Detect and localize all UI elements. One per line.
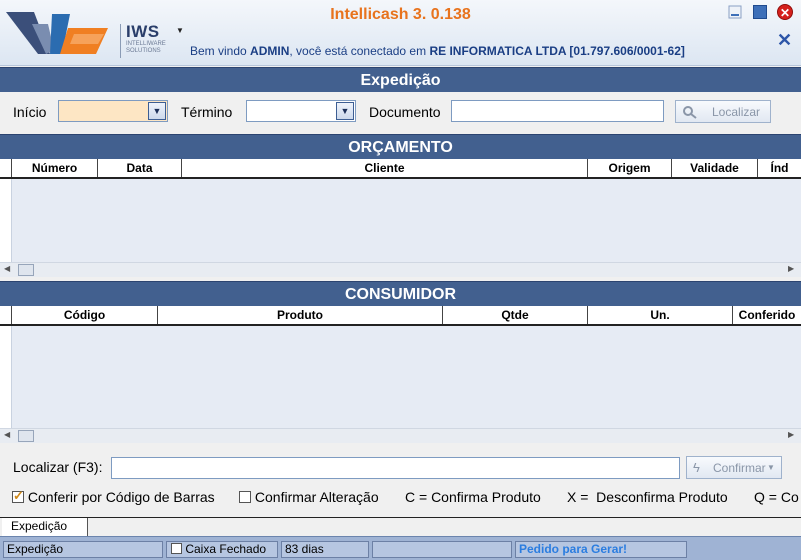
row-indicator-column (0, 306, 12, 324)
consumidor-title: CONSUMIDOR (0, 281, 801, 306)
app-title: Intellicash 3. 0.138 (330, 6, 471, 23)
consumidor-grid-header: Código Produto Qtde Un. Conferido (0, 306, 801, 326)
col-qtde[interactable]: Qtde (443, 306, 588, 324)
orcamento-horizontal-scrollbar[interactable]: ◀ ▶ (0, 262, 801, 277)
status-days: 83 dias (281, 541, 369, 558)
localizar-f3-label: Localizar (F3): (13, 459, 103, 475)
minimize-icon[interactable] (728, 5, 742, 19)
scroll-right-icon[interactable]: ▶ (788, 264, 794, 273)
col-data[interactable]: Data (98, 159, 182, 177)
logo-text: IWS (126, 22, 160, 41)
termino-label: Término (181, 104, 233, 120)
caixa-checkbox (171, 543, 182, 554)
close-window-icon[interactable]: ✕ (777, 4, 793, 20)
col-numero[interactable]: Número (12, 159, 98, 177)
col-conferido[interactable]: Conferido (733, 306, 801, 324)
logo-menu-caret-icon[interactable]: ▼ (176, 26, 184, 35)
confirmar-caret-icon: ▼ (767, 463, 775, 472)
status-pedido: Pedido para Gerar! (515, 541, 687, 558)
consumidor-horizontal-scrollbar[interactable]: ◀ ▶ (0, 428, 801, 443)
orcamento-grid-header: Número Data Cliente Origem Validade Índ (0, 159, 801, 179)
tab-bar: Expedição (0, 517, 801, 537)
col-codigo[interactable]: Código (12, 306, 158, 324)
status-screen: Expedição (3, 541, 163, 558)
status-bar: Expedição Caixa Fechado 83 dias Pedido p… (0, 536, 801, 560)
termino-dropdown-icon[interactable]: ▼ (336, 102, 354, 120)
magnifier-icon (683, 106, 697, 119)
scroll-left-icon[interactable]: ◀ (4, 264, 10, 273)
row-indicator-gutter (0, 179, 12, 262)
orcamento-title: ORÇAMENTO (0, 134, 801, 159)
col-indice[interactable]: Índ (758, 159, 801, 177)
col-produto[interactable]: Produto (158, 306, 443, 324)
col-cliente[interactable]: Cliente (182, 159, 588, 177)
documento-input[interactable] (451, 100, 664, 122)
lightning-icon: ϟ (693, 460, 700, 475)
confirmar-label: Confirmar (713, 461, 766, 475)
hint-confirma: C = Confirma Produto (405, 489, 541, 505)
scroll-thumb[interactable] (18, 430, 34, 442)
status-empty (372, 541, 512, 558)
confirm-alter-option[interactable]: Confirmar Alteração (239, 489, 379, 505)
barcode-checkbox[interactable]: ✓ (12, 488, 24, 503)
confirm-alter-checkbox[interactable] (239, 491, 251, 503)
scroll-thumb[interactable] (18, 264, 34, 276)
col-validade[interactable]: Validade (672, 159, 758, 177)
barcode-label: Conferir por Código de Barras (27, 489, 215, 505)
logo-separator (120, 24, 121, 58)
scroll-right-icon[interactable]: ▶ (788, 430, 794, 439)
tab-expedicao[interactable]: Expedição (2, 518, 88, 537)
logo-subtitle: INTELLIWARE SOLUTIONS (126, 41, 166, 54)
localizar-button[interactable]: Localizar (675, 100, 771, 123)
documento-label: Documento (369, 104, 441, 120)
barcode-option[interactable]: ✓ Conferir por Código de Barras (12, 488, 215, 505)
confirm-alter-label: Confirmar Alteração (254, 489, 379, 505)
hint-q: Q = Co (754, 489, 799, 505)
row-indicator-gutter (0, 326, 12, 428)
inicio-label: Início (13, 104, 47, 120)
col-origem[interactable]: Origem (588, 159, 672, 177)
welcome-message: Bem vindo ADMIN, você está conectado em … (190, 44, 685, 58)
localizar-label: Localizar (712, 105, 761, 119)
orcamento-grid-body[interactable] (0, 179, 801, 262)
hint-desconfirma: X = Desconfirma Produto (567, 489, 728, 505)
termino-date-input[interactable]: ▼ (246, 100, 356, 122)
close-screen-icon[interactable]: ✕ (777, 30, 792, 51)
consumidor-grid-body[interactable] (0, 326, 801, 428)
status-caixa: Caixa Fechado (166, 541, 278, 558)
inicio-date-input[interactable]: ▼ (58, 100, 168, 122)
localizar-f3-input[interactable] (111, 457, 680, 479)
expedicao-title: Expedição (0, 67, 801, 92)
confirmar-button[interactable]: ϟ Confirmar ▼ (686, 456, 782, 479)
scroll-left-icon[interactable]: ◀ (4, 430, 10, 439)
col-un[interactable]: Un. (588, 306, 733, 324)
maximize-icon[interactable] (753, 5, 767, 19)
inicio-dropdown-icon[interactable]: ▼ (148, 102, 166, 120)
row-indicator-column (0, 159, 12, 177)
